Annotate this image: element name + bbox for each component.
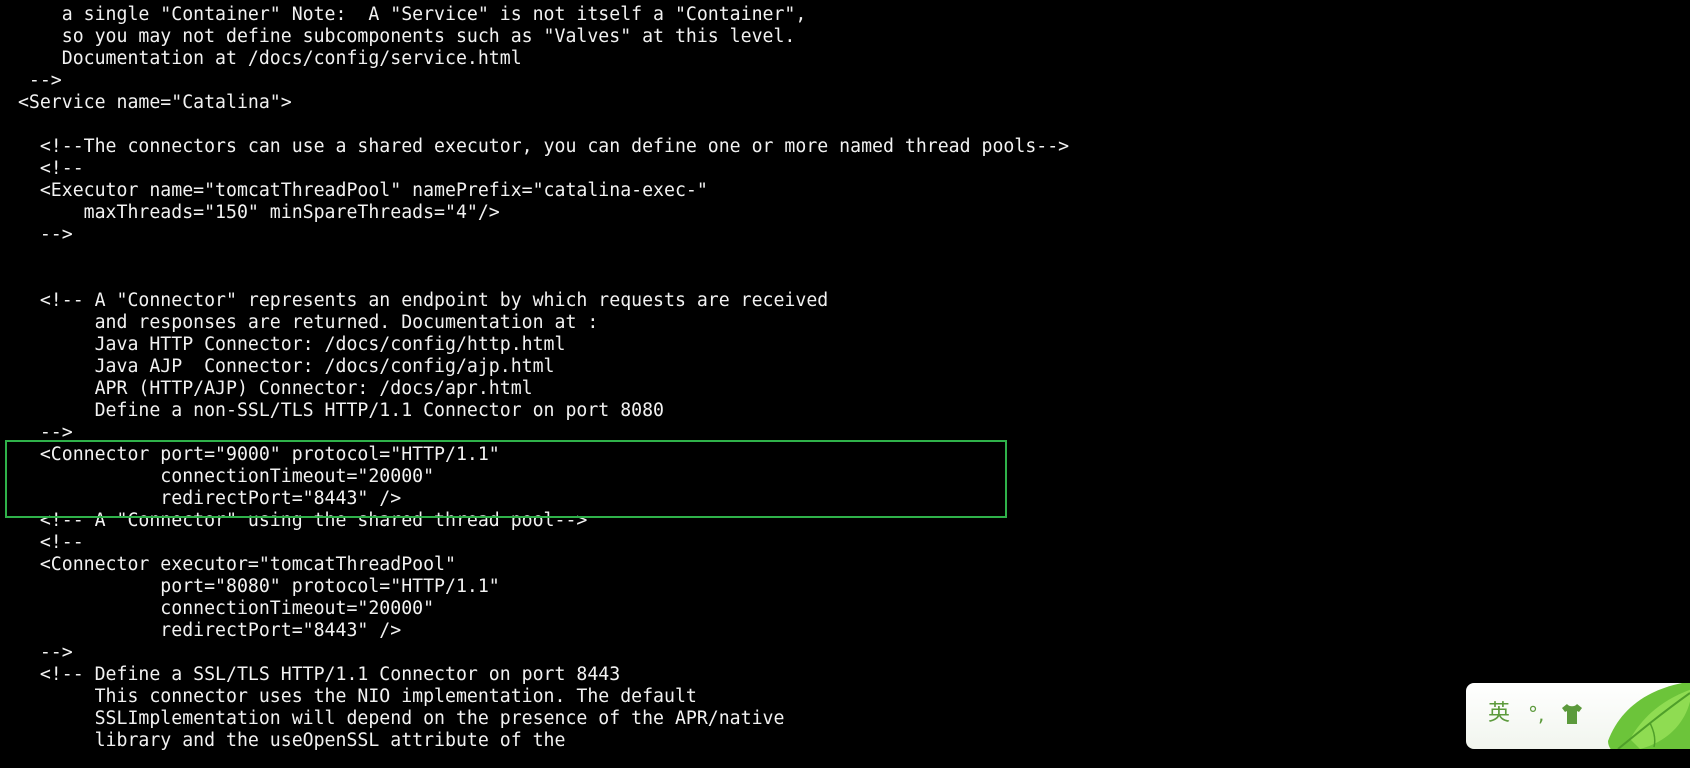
terminal-line-2: so you may not define subcomponents such… <box>7 26 796 47</box>
terminal-line-15: and responses are returned. Documentatio… <box>7 312 599 333</box>
skin-shirt-icon[interactable] <box>1560 703 1584 725</box>
terminal-line-11: --> <box>7 224 73 245</box>
terminal-line-17: Java AJP Connector: /docs/config/ajp.htm… <box>7 356 555 377</box>
terminal-line-29: redirectPort="8443" /> <box>7 620 402 641</box>
terminal-line-27: port="8080" protocol="HTTP/1.1" <box>7 576 500 597</box>
terminal-line-25: <!-- <box>7 532 84 553</box>
terminal-line-3: Documentation at /docs/config/service.ht… <box>7 48 522 69</box>
terminal-line-28: connectionTimeout="20000" <box>7 598 435 619</box>
terminal-line-9: <Executor name="tomcatThreadPool" namePr… <box>7 180 708 201</box>
ime-language-toggle[interactable]: 英 <box>1488 699 1510 729</box>
terminal-line-1: a single "Container" Note: A "Service" i… <box>7 4 807 25</box>
terminal-line-10: maxThreads="150" minSpareThreads="4"/> <box>7 202 500 223</box>
terminal-line-34: library and the useOpenSSL attribute of … <box>7 730 566 751</box>
terminal-window[interactable]: a single "Container" Note: A "Service" i… <box>0 0 1690 768</box>
connector-highlight-box <box>5 440 1007 518</box>
terminal-line-4: --> <box>7 70 62 91</box>
terminal-line-30: --> <box>7 642 73 663</box>
terminal-line-32: This connector uses the NIO implementati… <box>7 686 697 707</box>
terminal-line-19: Define a non-SSL/TLS HTTP/1.1 Connector … <box>7 400 664 421</box>
terminal-line-18: APR (HTTP/AJP) Connector: /docs/apr.html <box>7 378 533 399</box>
terminal-line-26: <Connector executor="tomcatThreadPool" <box>7 554 456 575</box>
ime-toolbar[interactable]: 英 °, <box>1466 683 1690 749</box>
terminal-line-14: <!-- A "Connector" represents an endpoin… <box>7 290 829 311</box>
terminal-line-7: <!--The connectors can use a shared exec… <box>7 136 1070 157</box>
leaf-icon <box>1608 683 1690 749</box>
terminal-line-5: <Service name="Catalina"> <box>7 92 292 113</box>
terminal-line-33: SSLImplementation will depend on the pre… <box>7 708 785 729</box>
terminal-line-16: Java HTTP Connector: /docs/config/http.h… <box>7 334 566 355</box>
terminal-line-8: <!-- <box>7 158 84 179</box>
ime-punctuation-toggle[interactable]: °, <box>1528 699 1544 729</box>
terminal-line-31: <!-- Define a SSL/TLS HTTP/1.1 Connector… <box>7 664 621 685</box>
